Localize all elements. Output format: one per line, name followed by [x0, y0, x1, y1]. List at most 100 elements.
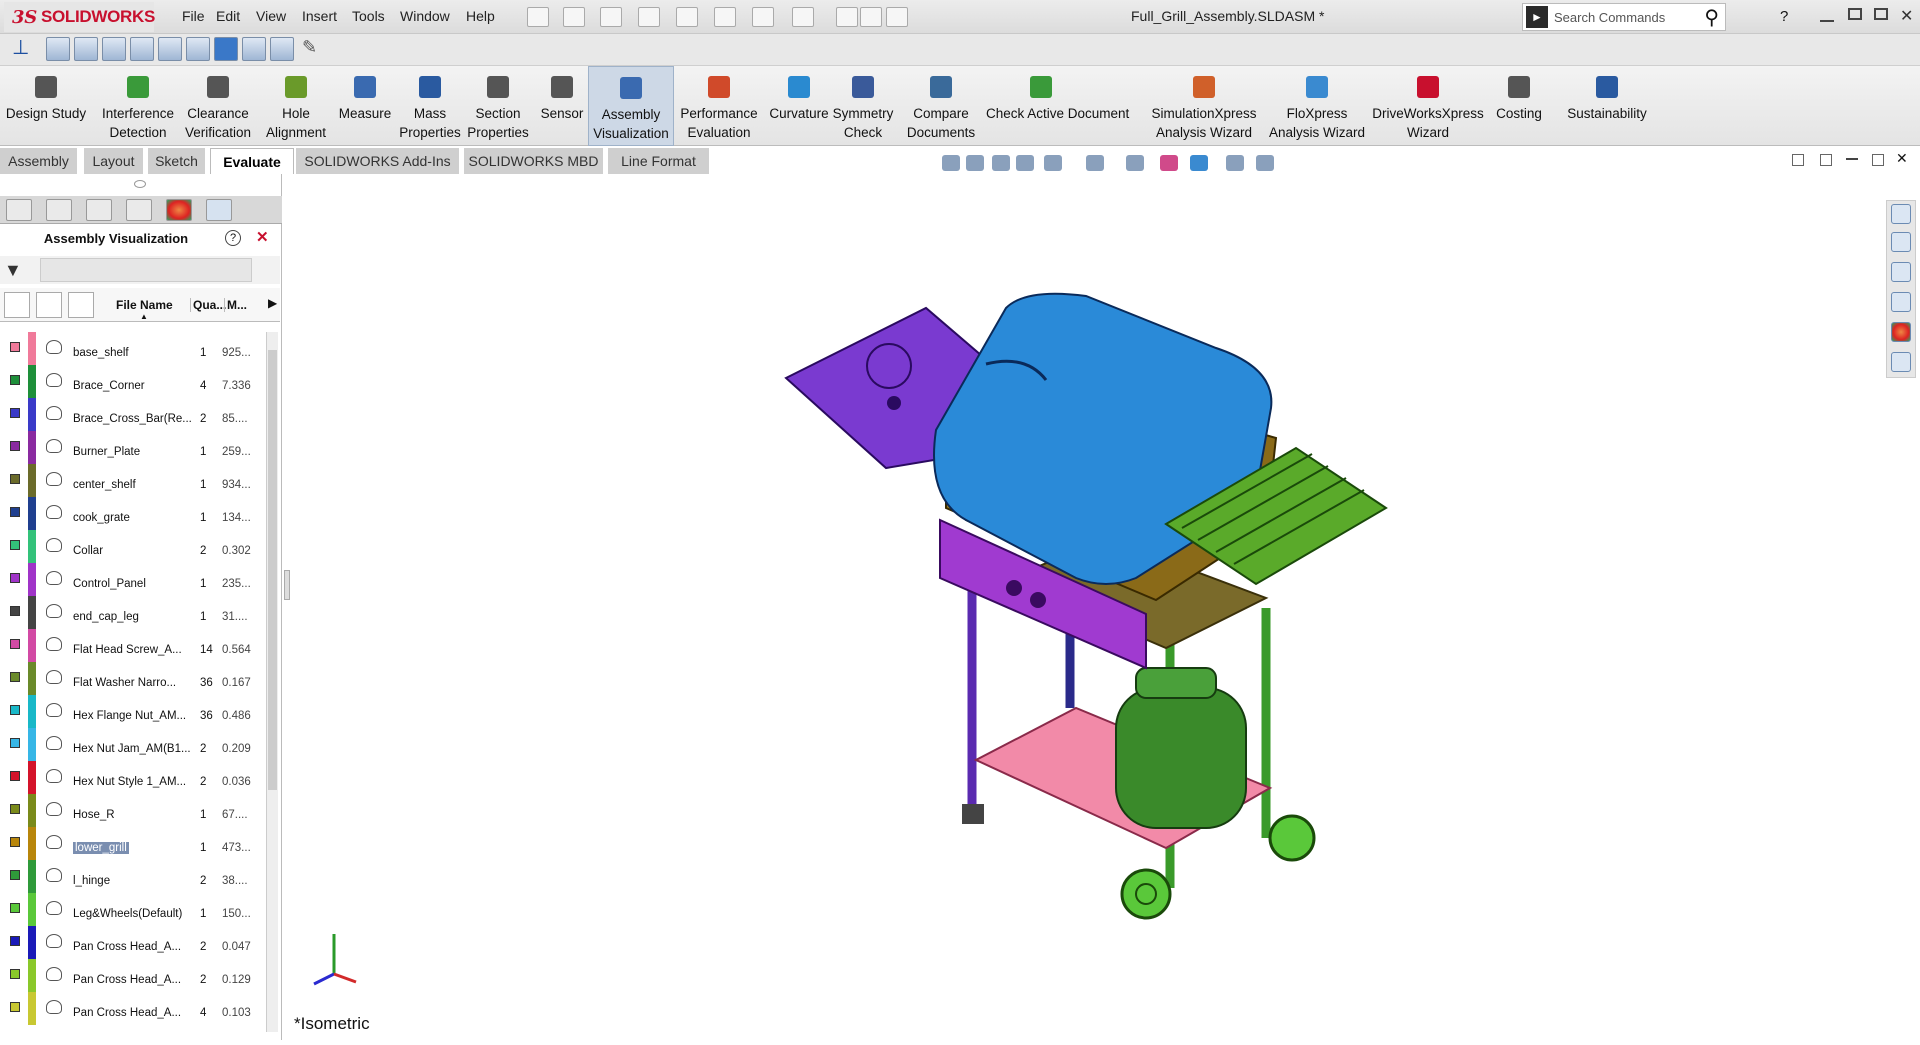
view-trimetric-icon[interactable] [242, 37, 266, 61]
list-item[interactable]: Collar 2 0.302 [0, 530, 268, 563]
list-item[interactable]: Hose_R 1 67.... [0, 794, 268, 827]
ribbon-hole-alignment-button[interactable]: Hole Alignment [258, 66, 334, 146]
pencil-icon[interactable]: ✎ [302, 37, 326, 61]
ribbon-check-document-button[interactable]: Check Active Document [986, 66, 1129, 146]
view-back-icon[interactable] [74, 37, 98, 61]
file-properties-icon[interactable] [860, 7, 882, 27]
view-isometric-icon[interactable] [214, 37, 238, 61]
ribbon-compare-button[interactable]: Compare Documents [902, 66, 980, 146]
panel-close-icon[interactable]: ✕ [256, 228, 269, 246]
ribbon-design-study-button[interactable]: Design Study [4, 66, 88, 146]
color-flag-icon[interactable] [10, 738, 20, 748]
list-item[interactable]: Hex Flange Nut_AM... 36 0.486 [0, 695, 268, 728]
color-flag-icon[interactable] [10, 870, 20, 880]
restore-icon[interactable] [1848, 8, 1862, 20]
filter-icon[interactable]: ▼ [4, 260, 22, 281]
ribbon-sensor-button[interactable]: Sensor [536, 66, 588, 146]
list-item[interactable]: Flat Washer Narro... 36 0.167 [0, 662, 268, 695]
rebuild-icon[interactable] [836, 7, 858, 27]
color-flag-icon[interactable] [10, 507, 20, 517]
panel-grip-icon[interactable] [134, 180, 146, 188]
ribbon-interference-button[interactable]: Interference Detection [96, 66, 180, 146]
viewport-tile-left-icon[interactable] [1792, 154, 1804, 166]
panel-help-icon[interactable]: ? [225, 230, 241, 246]
view-palette-icon[interactable] [1891, 292, 1911, 312]
color-flag-icon[interactable] [10, 441, 20, 451]
list-view-icon[interactable] [4, 292, 30, 318]
column-more-arrow-icon[interactable]: ▶ [268, 296, 277, 310]
custom-properties-icon[interactable] [1891, 352, 1911, 372]
color-flag-icon[interactable] [10, 474, 20, 484]
close-icon[interactable]: ✕ [1900, 6, 1913, 26]
ribbon-measure-button[interactable]: Measure [334, 66, 396, 146]
minimize-icon[interactable] [1820, 10, 1834, 22]
search-input[interactable]: Search Commands [1554, 10, 1665, 25]
tab-assembly[interactable]: Assembly [0, 148, 78, 174]
filter-input[interactable] [40, 258, 252, 282]
list-item[interactable]: Brace_Corner 4 7.336 [0, 365, 268, 398]
redo-icon[interactable] [752, 7, 774, 27]
color-flag-icon[interactable] [10, 375, 20, 385]
tab-evaluate[interactable]: Evaluate [210, 148, 294, 174]
view-bottom-icon[interactable] [186, 37, 210, 61]
list-item[interactable]: center_shelf 1 934... [0, 464, 268, 497]
list-item[interactable]: Pan Cross Head_A... 4 0.103 [0, 992, 268, 1025]
ribbon-simulationxpress-button[interactable]: SimulationXpress Analysis Wizard [1148, 66, 1260, 146]
list-item[interactable]: Flat Head Screw_A... 14 0.564 [0, 629, 268, 662]
color-flag-icon[interactable] [10, 342, 20, 352]
configuration-manager-tab-icon[interactable] [86, 199, 112, 221]
color-flag-icon[interactable] [10, 969, 20, 979]
color-flag-icon[interactable] [10, 573, 20, 583]
menu-help[interactable]: Help [466, 8, 495, 24]
view-dimetric-icon[interactable] [270, 37, 294, 61]
color-flag-icon[interactable] [10, 903, 20, 913]
scrollbar-thumb[interactable] [268, 350, 277, 790]
home-icon[interactable] [1891, 204, 1911, 224]
list-item[interactable]: Burner_Plate 1 259... [0, 431, 268, 464]
list-item[interactable]: Pan Cross Head_A... 2 0.047 [0, 926, 268, 959]
section-view-icon[interactable] [1016, 155, 1034, 171]
list-item[interactable]: base_shelf 1 925... [0, 332, 268, 365]
hide-show-icon[interactable]: ⊥ [12, 37, 36, 61]
color-flag-icon[interactable] [10, 540, 20, 550]
ribbon-symmetry-button[interactable]: Symmetry Check [832, 66, 894, 146]
new-document-icon[interactable] [563, 7, 585, 27]
resources-icon[interactable] [1891, 232, 1911, 252]
list-item[interactable]: Pan Cross Head_A... 2 0.129 [0, 959, 268, 992]
viewport-restore-icon[interactable] [1872, 154, 1884, 166]
tab-layout[interactable]: Layout [84, 148, 144, 174]
view-top-icon[interactable] [158, 37, 182, 61]
file-explorer-icon[interactable] [1891, 262, 1911, 282]
ribbon-driveworks-button[interactable]: DriveWorksXpress Wizard [1368, 66, 1488, 146]
viewport-minimize-icon[interactable] [1846, 158, 1858, 160]
color-flag-icon[interactable] [10, 705, 20, 715]
color-flag-icon[interactable] [10, 771, 20, 781]
color-flag-icon[interactable] [10, 804, 20, 814]
color-flag-icon[interactable] [10, 1002, 20, 1012]
list-item[interactable]: end_cap_leg 1 31.... [0, 596, 268, 629]
nested-view-icon[interactable] [36, 292, 62, 318]
color-flag-icon[interactable] [10, 639, 20, 649]
maximize-icon[interactable] [1874, 8, 1888, 20]
ribbon-clearance-button[interactable]: Clearance Verification [176, 66, 260, 146]
menu-edit[interactable]: Edit [216, 8, 240, 24]
undo-icon[interactable] [714, 7, 736, 27]
ribbon-costing-button[interactable]: Costing [1492, 66, 1546, 146]
search-commands[interactable]: ► Search Commands ⚲ [1522, 3, 1726, 31]
view-left-icon[interactable] [102, 37, 126, 61]
color-flag-icon[interactable] [10, 837, 20, 847]
menu-view[interactable]: View [256, 8, 286, 24]
view-front-icon[interactable] [46, 37, 70, 61]
print-icon[interactable] [676, 7, 698, 27]
color-flag-icon[interactable] [10, 672, 20, 682]
select-icon[interactable] [792, 7, 814, 27]
save-icon[interactable] [638, 7, 660, 27]
column-file-name[interactable]: File Name [116, 298, 173, 312]
property-manager-tab-icon[interactable] [46, 199, 72, 221]
menu-tools[interactable]: Tools [352, 8, 385, 24]
column-quantity[interactable]: Qua... [190, 298, 226, 312]
column-mass[interactable]: M... [224, 298, 247, 312]
ribbon-assembly-visualization-button[interactable]: Assembly Visualization [588, 66, 674, 146]
view-settings-icon[interactable] [1226, 155, 1244, 171]
list-item[interactable]: Leg&Wheels(Default) 1 150... [0, 893, 268, 926]
